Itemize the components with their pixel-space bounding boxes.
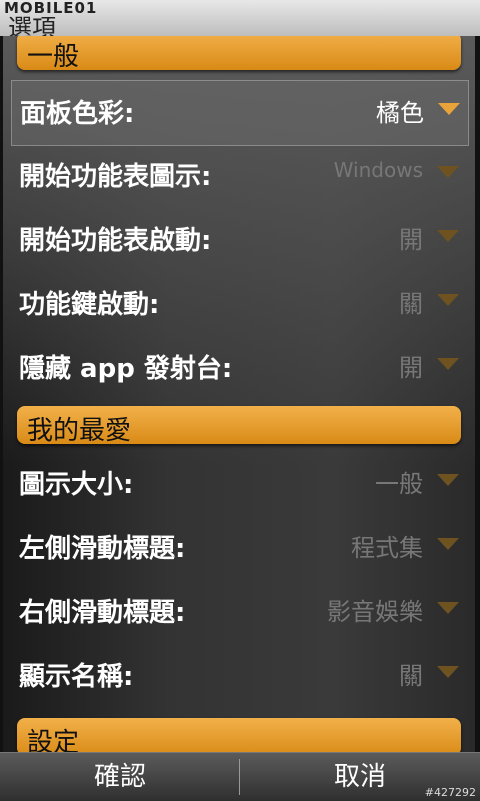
dropdown-arrow-icon[interactable] [437,602,459,614]
option-start-menu-launch[interactable]: 開始功能表啟動: 開 [11,208,467,272]
title-bar: MOBILE01 選項 [0,0,480,42]
option-label: 右側滑動標題: [19,598,186,628]
dropdown-arrow-icon[interactable] [437,474,459,486]
option-value: 關 [399,290,423,318]
option-value: Windows [333,158,423,182]
option-icon-size[interactable]: 圖示大小: 一般 [11,452,467,516]
option-label: 圖示大小: [19,470,134,500]
options-panel[interactable]: 一般 面板色彩: 橘色 開始功能表圖示: Windows 開始功能表啟動: 開 … [3,36,475,752]
dropdown-arrow-icon[interactable] [437,294,459,306]
section-title: 一般 [27,42,80,72]
option-start-menu-icon[interactable]: 開始功能表圖示: Windows [11,144,467,208]
section-favorites: 我的最愛 [17,406,461,446]
option-value: 一般 [375,470,423,498]
option-value: 開 [399,354,423,382]
dropdown-arrow-icon[interactable] [437,166,459,178]
option-right-swipe-title[interactable]: 右側滑動標題: 影音娛樂 [11,580,467,644]
dropdown-arrow-icon[interactable] [437,358,459,370]
option-label: 左側滑動標題: [19,534,186,564]
option-value: 關 [399,662,423,690]
option-panel-color[interactable]: 面板色彩: 橘色 [11,80,469,146]
option-hide-app-launcher[interactable]: 隱藏 app 發射台: 開 [11,336,467,400]
section-settings: 設定 [17,718,461,752]
section-title: 我的最愛 [27,416,132,446]
dropdown-arrow-icon[interactable] [438,103,460,115]
dropdown-arrow-icon[interactable] [437,666,459,678]
option-label: 隱藏 app 發射台: [19,354,233,384]
option-label: 開始功能表啟動: [19,226,212,256]
option-value: 橘色 [376,99,424,127]
option-show-names[interactable]: 顯示名稱: 關 [11,644,467,708]
section-general: 一般 [17,36,461,72]
option-label: 面板色彩: [20,99,135,129]
dropdown-arrow-icon[interactable] [437,230,459,242]
option-left-swipe-title[interactable]: 左側滑動標題: 程式集 [11,516,467,580]
section-title: 設定 [27,728,80,752]
option-label: 開始功能表圖示: [19,162,212,192]
dropdown-arrow-icon[interactable] [437,538,459,550]
confirm-button[interactable]: 確認 [0,753,240,801]
option-label: 功能鍵啟動: [19,290,160,320]
option-value: 開 [399,226,423,254]
option-function-key-launch[interactable]: 功能鍵啟動: 關 [11,272,467,336]
watermark: #427292 [424,786,476,799]
option-value: 影音娛樂 [327,598,423,626]
option-value: 程式集 [351,534,423,562]
option-label: 顯示名稱: [19,662,134,692]
softkey-bar: 確認 取消 #427292 [0,752,480,801]
